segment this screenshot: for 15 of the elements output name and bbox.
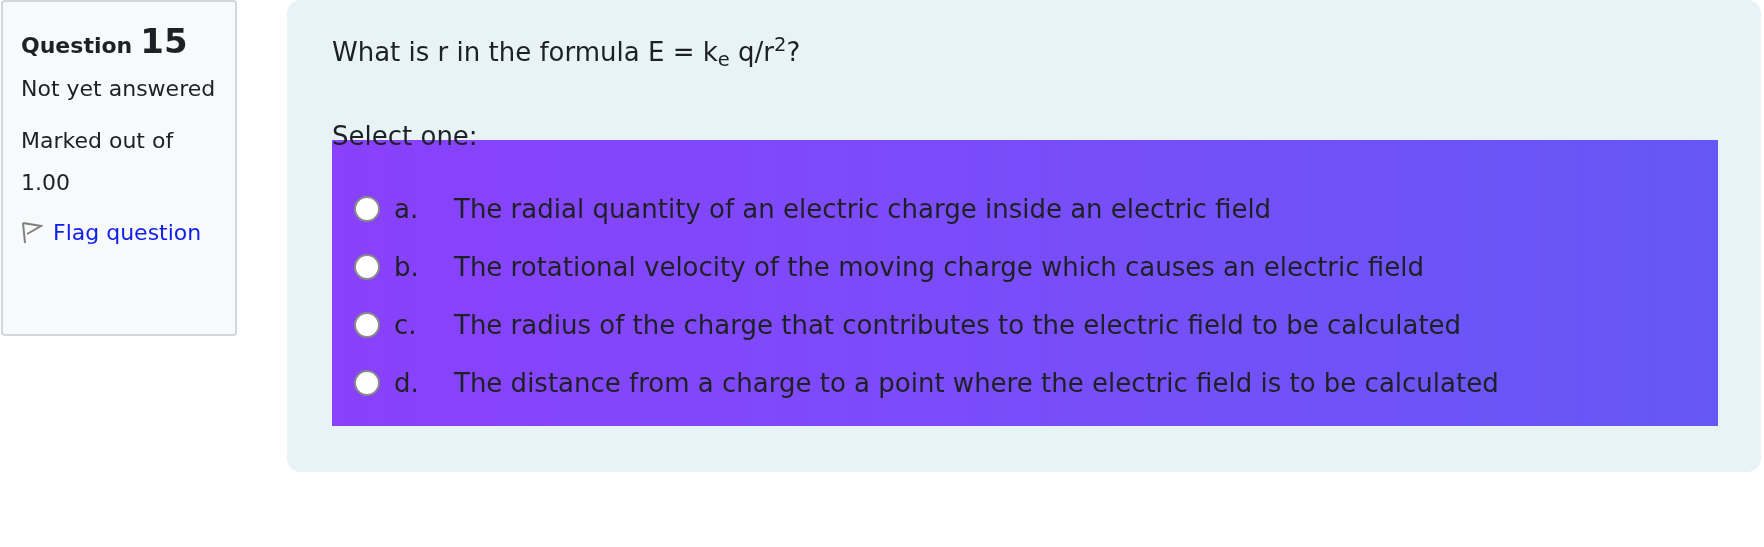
- option-text: The radius of the charge that contributes to the electric field to be calculated: [454, 308, 1462, 342]
- flag-icon: [21, 220, 43, 245]
- option-letter: b.: [394, 250, 420, 284]
- option-text: The rotational velocity of the moving charge which causes an electric field: [454, 250, 1424, 284]
- option-letter: c.: [394, 308, 418, 342]
- question-number: 15: [140, 24, 188, 58]
- question-label: Question: [21, 32, 133, 60]
- flag-question-link[interactable]: Flag question: [21, 216, 217, 249]
- option-letter: d.: [394, 366, 420, 400]
- option-letter: a.: [394, 192, 420, 226]
- question-text: What is r in the formula E = k$_{e}$ q/r$^{2}$?: [332, 32, 802, 72]
- marks-text: Marked out of 1.00: [21, 127, 175, 197]
- answer-status: Not yet answered: [21, 75, 217, 103]
- option-text: The distance from a charge to a point where the electric field is to be calculated: [454, 366, 1499, 400]
- option-text: The radial quantity of an electric charge inside an electric field: [454, 192, 1272, 226]
